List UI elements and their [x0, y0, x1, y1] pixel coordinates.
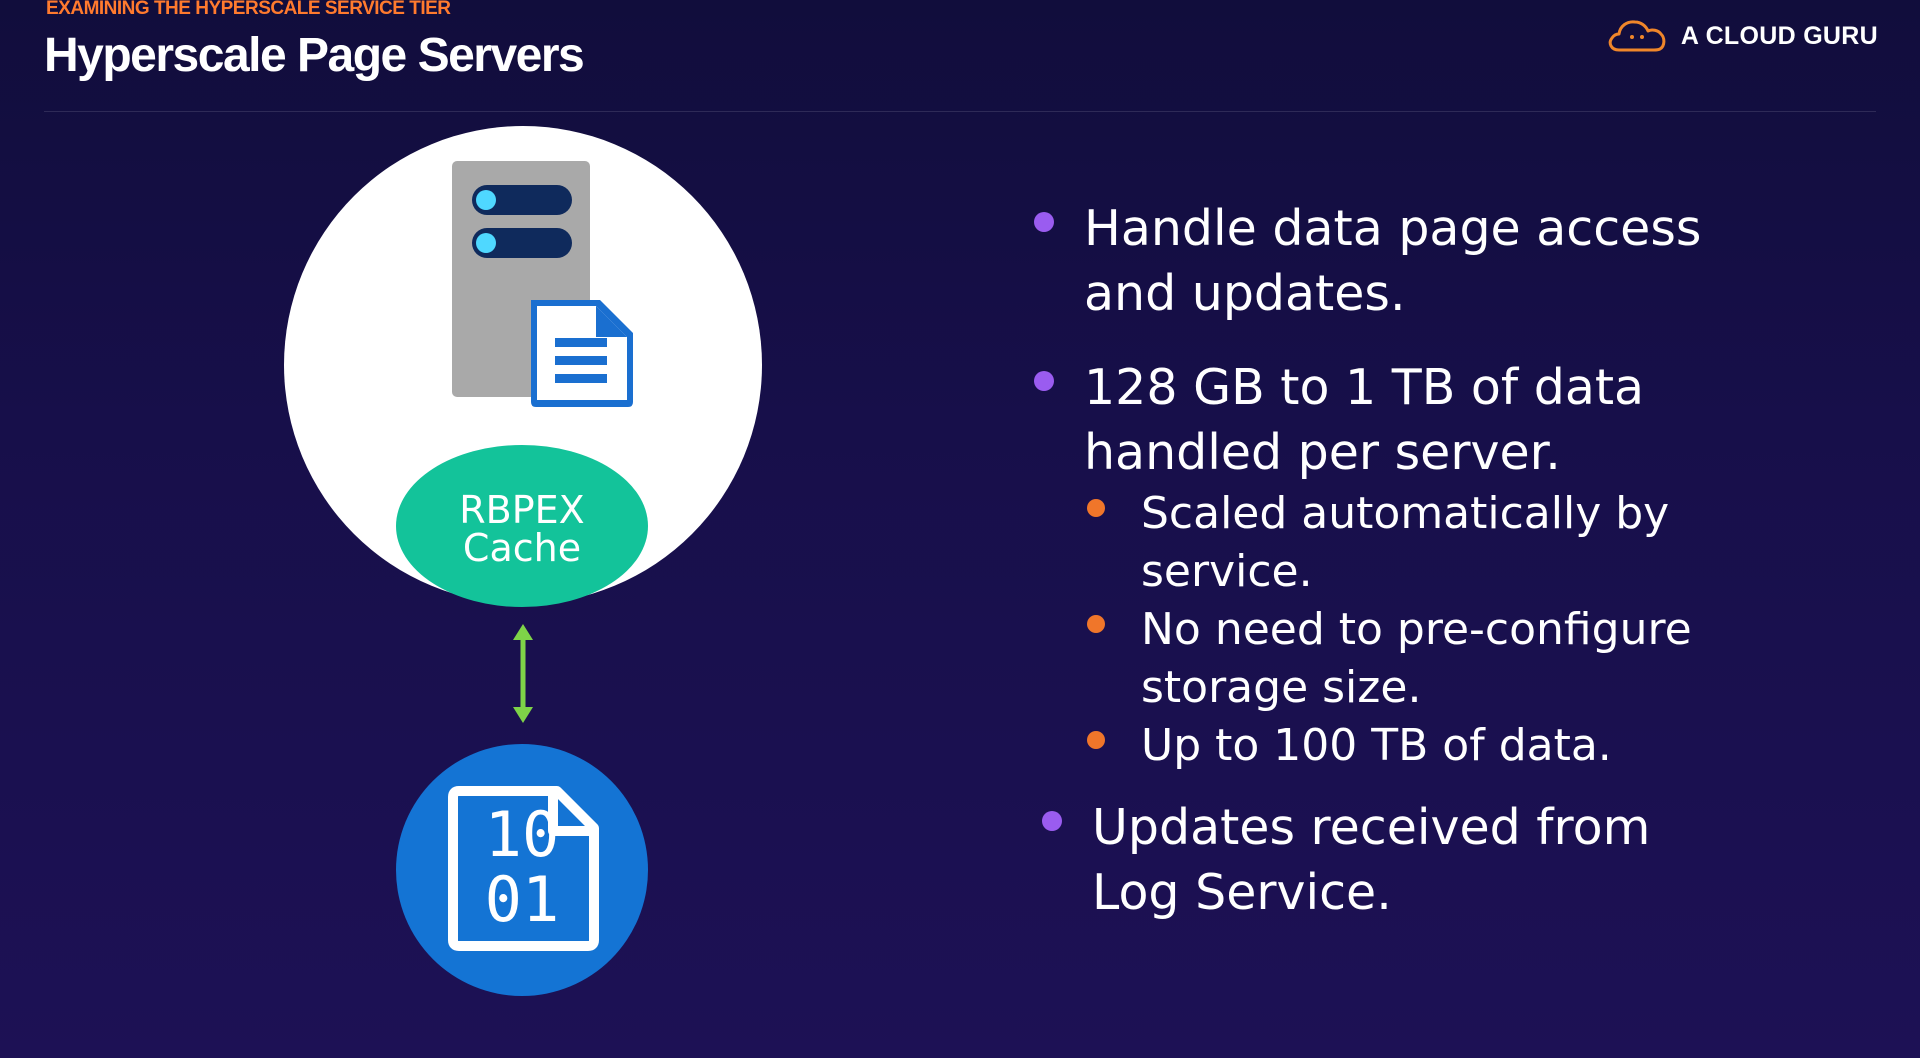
cache-label-line2: Cache: [463, 526, 581, 570]
bullet-text-line: handled per server.: [1084, 424, 1561, 481]
section-kicker: EXAMINING THE HYPERSCALE SERVICE TIER: [46, 0, 451, 19]
binary-line2: 01: [485, 863, 560, 936]
sub-bullet-text-line: Up to 100 TB of data.: [1141, 720, 1612, 771]
bullet-text-line: Handle data page access: [1084, 200, 1702, 257]
bullet-text-line: 128 GB to 1 TB of data: [1084, 359, 1645, 416]
bullet-item: 128 GB to 1 TB of data handled per serve…: [1030, 355, 1890, 485]
page-server-diagram: RBPEX Cache 10 01: [284, 126, 762, 996]
page-title: Hyperscale Page Servers: [44, 29, 585, 82]
header-divider: [44, 111, 1876, 112]
sub-bullet-text-line: Scaled automatically by: [1141, 488, 1670, 539]
sub-bullet-item: No need to pre-configure storage size.: [1087, 601, 1890, 717]
brand-logo: A CLOUD GURU: [1605, 16, 1878, 56]
bullet-text-line: Log Service.: [1092, 864, 1392, 921]
cloud-logo-icon: [1608, 20, 1666, 52]
sub-bullet-item: Up to 100 TB of data.: [1087, 717, 1890, 775]
bullet-item: Handle data page access and updates.: [1030, 196, 1890, 326]
bullet-text-line: and updates.: [1084, 265, 1406, 322]
sub-bullet-text-line: No need to pre-configure: [1141, 604, 1692, 655]
sub-bullet-list: Scaled automatically by service. No need…: [1087, 485, 1890, 775]
sub-bullet-item: Scaled automatically by service.: [1087, 485, 1890, 601]
bidirectional-arrow-icon: [513, 624, 533, 723]
binary-line1: 10: [485, 798, 560, 871]
bullet-list: Handle data page access and updates. 128…: [1030, 196, 1890, 925]
bullet-text-line: Updates received from: [1092, 799, 1651, 856]
bullet-item: Updates received from Log Service.: [1038, 795, 1890, 925]
sub-bullet-text-line: storage size.: [1141, 662, 1422, 713]
sub-bullet-text-line: service.: [1141, 546, 1313, 597]
brand-name: A CLOUD GURU: [1680, 21, 1878, 50]
